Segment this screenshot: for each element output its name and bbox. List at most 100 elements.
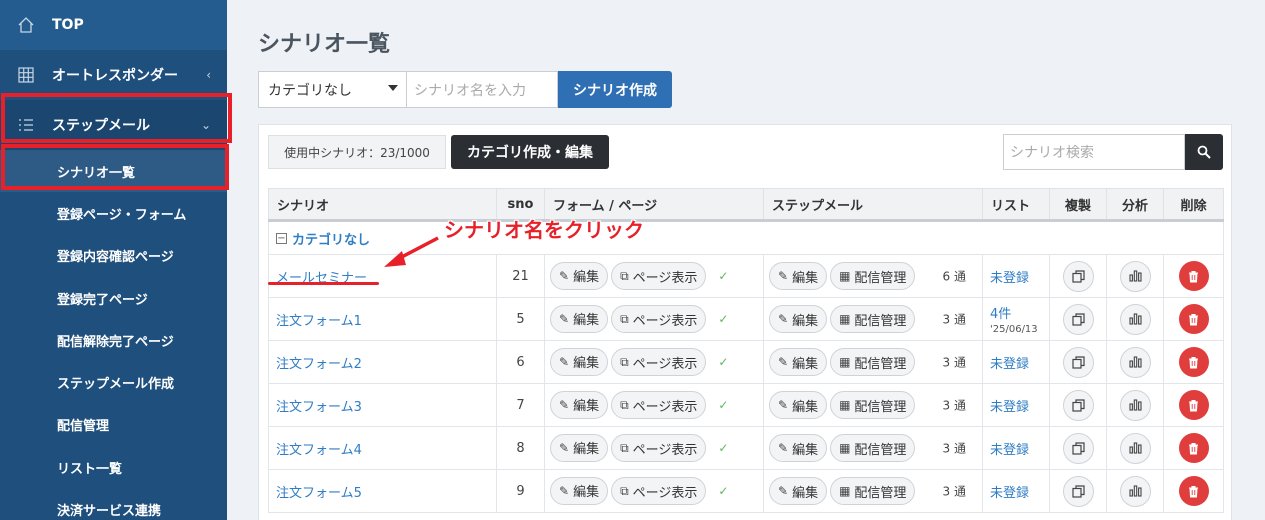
pencil-icon: ✎ <box>559 440 570 455</box>
category-select[interactable]: カテゴリなし <box>258 71 407 108</box>
form-edit-button[interactable]: ✎ 編集 <box>550 347 609 376</box>
create-scenario-button[interactable]: シナリオ作成 <box>558 71 672 108</box>
page-view-label: ページ表示 <box>632 313 698 329</box>
delete-button[interactable] <box>1178 433 1209 463</box>
scenario-name-input[interactable]: シナリオ名を入力 <box>407 71 558 108</box>
sidebar-subitem-delivery[interactable]: 配信管理 <box>0 404 227 446</box>
analyze-button[interactable] <box>1119 303 1151 335</box>
copy-button[interactable] <box>1062 432 1094 464</box>
step-edit-button[interactable]: ✎ 編集 <box>769 434 828 462</box>
page-view-button[interactable]: ⧉ ページ表示 <box>611 391 707 420</box>
trash-icon <box>1189 356 1198 369</box>
mail-count: 6 通 <box>942 269 966 284</box>
delete-button[interactable] <box>1178 304 1209 334</box>
analyze-button[interactable] <box>1119 475 1151 507</box>
delivery-button[interactable]: ▦ 配信管理 <box>830 262 916 290</box>
copy-button[interactable] <box>1062 475 1094 507</box>
category-edit-button[interactable]: カテゴリ作成・編集 <box>451 135 609 169</box>
form-edit-button[interactable]: ✎ 編集 <box>550 261 609 290</box>
list-link[interactable]: 4件 <box>990 307 1011 322</box>
delete-button[interactable] <box>1178 347 1209 377</box>
list-link[interactable]: 未登録 <box>990 486 1029 501</box>
sidebar-item-autoresponder[interactable]: オートレスポンダー ‹ <box>0 50 227 100</box>
delivery-button[interactable]: ▦ 配信管理 <box>830 348 916 376</box>
check-icon: ✓ <box>718 354 729 369</box>
sidebar-item-top-label: TOP <box>52 17 84 33</box>
scenario-name-link[interactable]: 注文フォーム1 <box>276 314 362 329</box>
sidebar-subitem-scenario-list[interactable]: シナリオ一覧 <box>0 150 227 193</box>
search-button[interactable] <box>1185 134 1223 170</box>
copy-button[interactable] <box>1062 346 1094 378</box>
pencil-icon: ✎ <box>559 354 570 369</box>
page-title: シナリオ一覧 <box>258 32 391 57</box>
page-view-button[interactable]: ⧉ ページ表示 <box>611 477 707 506</box>
step-edit-button[interactable]: ✎ 編集 <box>769 477 828 505</box>
trash-icon <box>1189 270 1198 283</box>
list-link[interactable]: 未登録 <box>990 443 1029 458</box>
collapse-icon[interactable]: − <box>276 232 287 244</box>
chevron-left-icon: ‹ <box>206 68 211 82</box>
bar-chart-icon <box>1128 313 1142 325</box>
step-edit-button[interactable]: ✎ 編集 <box>769 262 828 290</box>
scenario-sno: 7 <box>496 383 545 427</box>
page-view-button[interactable]: ⧉ ページ表示 <box>611 348 707 377</box>
scenario-sno: 6 <box>496 340 545 384</box>
form-edit-button[interactable]: ✎ 編集 <box>550 476 609 505</box>
delivery-button[interactable]: ▦ 配信管理 <box>830 434 916 462</box>
list-link[interactable]: 未登録 <box>990 271 1029 286</box>
edit-label: 編集 <box>573 313 600 329</box>
scenario-name-link[interactable]: 注文フォーム3 <box>276 400 362 415</box>
pencil-icon: ✎ <box>559 483 570 498</box>
delivery-button[interactable]: ▦ 配信管理 <box>830 391 916 419</box>
analyze-button[interactable] <box>1119 432 1151 464</box>
sidebar-subitem-stepmail-create[interactable]: ステップメール作成 <box>0 361 227 403</box>
page-view-button[interactable]: ⧉ ページ表示 <box>611 434 707 463</box>
sidebar-subitem-unsubscribe-page[interactable]: 配信解除完了ページ <box>0 319 227 361</box>
analyze-button[interactable] <box>1119 389 1151 421</box>
sidebar-subitem-complete-page[interactable]: 登録完了ページ <box>0 277 227 319</box>
step-edit-button[interactable]: ✎ 編集 <box>769 348 828 376</box>
copy-icon <box>1071 355 1085 369</box>
sidebar-item-top[interactable]: TOP <box>0 0 227 50</box>
copy-button[interactable] <box>1062 389 1094 421</box>
sidebar-item-autoresponder-label: オートレスポンダー <box>52 68 178 84</box>
analyze-button[interactable] <box>1119 260 1151 292</box>
delete-button[interactable] <box>1178 390 1209 420</box>
calendar-icon: ▦ <box>839 484 851 498</box>
step-edit-button[interactable]: ✎ 編集 <box>769 305 828 333</box>
scenario-search-input[interactable]: シナリオ検索 <box>1003 134 1185 170</box>
sidebar-subitem-register-page[interactable]: 登録ページ・フォーム <box>0 192 227 234</box>
page-view-button[interactable]: ⧉ ページ表示 <box>611 262 707 291</box>
scenario-name-link[interactable]: 注文フォーム4 <box>276 443 362 458</box>
copy-button[interactable] <box>1062 303 1094 335</box>
sidebar-subitem-payment[interactable]: 決済サービス連携 <box>0 488 227 520</box>
list-link[interactable]: 未登録 <box>990 400 1029 415</box>
step-edit-button[interactable]: ✎ 編集 <box>769 391 828 419</box>
sidebar: TOP オートレスポンダー ‹ ステップメール ⌄ シナリオ一覧 登録ページ・フ… <box>0 0 227 520</box>
sidebar-subitem-list[interactable]: リスト一覧 <box>0 446 227 488</box>
delivery-button[interactable]: ▦ 配信管理 <box>830 477 916 505</box>
delete-button[interactable] <box>1178 476 1209 506</box>
sidebar-subitem-confirm-page[interactable]: 登録内容確認ページ <box>0 235 227 277</box>
bar-chart-icon <box>1128 356 1142 368</box>
pencil-icon: ✎ <box>778 398 789 412</box>
pencil-icon: ✎ <box>559 268 570 283</box>
form-edit-button[interactable]: ✎ 編集 <box>550 304 609 333</box>
header-analyze: 分析 <box>1106 188 1164 222</box>
table-row: 注文フォーム1 5 ✎ 編集 ⧉ ページ表示 ✓ ✎ 編集 ▦ 配信管理 3 通 4件 '25/0… <box>268 297 1224 341</box>
form-edit-button[interactable]: ✎ 編集 <box>550 390 609 419</box>
sidebar-item-stepmail[interactable]: ステップメール ⌄ <box>0 100 227 150</box>
delivery-button[interactable]: ▦ 配信管理 <box>830 305 916 333</box>
check-icon: ✓ <box>718 483 729 498</box>
copy-button[interactable] <box>1062 260 1094 292</box>
copy-icon <box>1071 398 1085 412</box>
scenario-name-link[interactable]: 注文フォーム2 <box>276 357 362 372</box>
analyze-button[interactable] <box>1119 346 1151 378</box>
page-view-button[interactable]: ⧉ ページ表示 <box>611 305 707 334</box>
scenario-sno: 21 <box>496 254 545 298</box>
list-link[interactable]: 未登録 <box>990 357 1029 372</box>
category-name[interactable]: カテゴリなし <box>292 233 370 248</box>
form-edit-button[interactable]: ✎ 編集 <box>550 433 609 462</box>
delete-button[interactable] <box>1178 261 1209 291</box>
scenario-name-link[interactable]: 注文フォーム5 <box>276 486 362 501</box>
